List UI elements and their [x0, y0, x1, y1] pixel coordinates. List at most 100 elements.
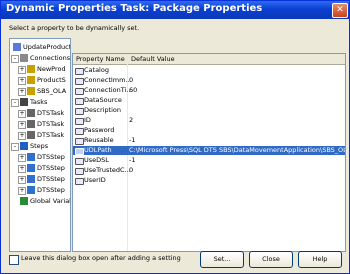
tree-item[interactable]: Global Variab [10, 196, 70, 206]
package-icon [13, 43, 21, 51]
tree-item[interactable]: - Connections [10, 53, 70, 63]
property-name: UserID [84, 176, 106, 184]
tree-item-label: Tasks [30, 98, 48, 106]
property-row[interactable]: ID 2 [73, 116, 345, 125]
tree-item-label: Steps [30, 142, 49, 150]
tree-item[interactable]: + DTSStep [10, 185, 70, 195]
expand-icon[interactable]: + [18, 66, 26, 74]
tree-item-label: DTSTask [37, 109, 65, 117]
grid-header: Property Name Default Value [73, 54, 345, 65]
expand-icon[interactable]: + [18, 187, 26, 195]
window-title: Dynamic Properties Task: Package Propert… [6, 3, 263, 14]
tree-item[interactable]: UpdateProductDi [10, 42, 70, 52]
tree-item[interactable]: + DTSTask [10, 108, 70, 118]
close-window-icon[interactable]: ✕ [332, 3, 348, 18]
expand-icon[interactable]: + [18, 121, 26, 129]
property-row[interactable]: ConnectionTi... 60 [73, 86, 345, 95]
property-value: C:\Microsoft Press\SQL DTS SBS\DataMovem… [129, 146, 346, 154]
property-name: UseDSL [84, 156, 109, 164]
expand-icon[interactable]: + [18, 132, 26, 140]
tree-item[interactable]: - Steps [10, 141, 70, 151]
tree-item-label: SBS_OLA [37, 87, 67, 95]
property-name: Catalog [84, 66, 109, 74]
tree-item[interactable]: - Tasks [10, 97, 70, 107]
property-name: ID [84, 116, 91, 124]
property-icon [75, 168, 84, 175]
task-icon [27, 109, 35, 117]
tree-item[interactable]: + DTSTask [10, 119, 70, 129]
property-icon [75, 68, 84, 75]
property-icon [75, 118, 84, 125]
property-grid[interactable]: Property Name Default Value Catalog Conne… [72, 53, 346, 252]
property-icon [75, 108, 84, 115]
task-icon [27, 131, 35, 139]
property-row[interactable]: DataSource [73, 96, 345, 105]
object-tree[interactable]: UpdateProductDi-Connections+NewProd+Prod… [9, 38, 71, 252]
tree-item-label: DTSStep [37, 175, 65, 183]
tree-item[interactable]: + DTSTask [10, 130, 70, 140]
collapse-icon[interactable]: - [11, 99, 19, 107]
set-button[interactable]: Set... [200, 251, 244, 268]
tasks-icon [20, 98, 28, 106]
property-row[interactable]: ConnectImm... 0 [73, 76, 345, 85]
leave-open-checkbox[interactable] [9, 255, 19, 265]
expand-icon[interactable]: + [18, 154, 26, 162]
tree-item-label: DTSStep [37, 186, 65, 194]
steps-icon [20, 142, 28, 150]
property-name: ConnectionTi... [84, 86, 133, 94]
close-button[interactable]: Close [249, 251, 293, 268]
connection-icon [27, 76, 35, 84]
tree-item-label: NewProd [37, 65, 66, 73]
property-value: 60 [129, 86, 138, 94]
property-row[interactable]: Reusable -1 [73, 136, 345, 145]
property-row[interactable]: UseTrustedC... 0 [73, 166, 345, 175]
column-header-property-name[interactable]: Property Name [76, 54, 125, 64]
column-header-default-value[interactable]: Default Value [131, 54, 175, 64]
tree-item[interactable]: + DTSStep [10, 163, 70, 173]
tree-item[interactable]: + NewProd [10, 64, 70, 74]
property-icon [75, 138, 84, 145]
expand-icon[interactable]: + [18, 176, 26, 184]
tree-item-label: DTSTask [37, 120, 65, 128]
expand-icon[interactable]: + [18, 165, 26, 173]
step-icon [27, 186, 35, 194]
property-row[interactable]: UserID [73, 176, 345, 185]
collapse-icon[interactable]: - [11, 143, 19, 151]
property-icon [75, 128, 84, 135]
property-value: 2 [129, 116, 134, 124]
tree-item[interactable]: + ProductS [10, 75, 70, 85]
tree-item-label: ProductS [37, 76, 66, 84]
tree-item[interactable]: + DTSStep [10, 174, 70, 184]
tree-item-label: DTSStep [37, 164, 65, 172]
property-value: 0 [129, 166, 134, 174]
step-icon [27, 153, 35, 161]
step-icon [27, 175, 35, 183]
property-name: DataSource [84, 96, 122, 104]
expand-icon[interactable]: + [18, 88, 26, 96]
property-row[interactable]: UDLPath C:\Microsoft Press\SQL DTS SBS\Da… [73, 146, 345, 155]
property-row[interactable]: Catalog [73, 66, 345, 75]
connection-icon [27, 87, 35, 95]
title-bar[interactable]: Dynamic Properties Task: Package Propert… [1, 1, 349, 19]
property-value: -1 [129, 156, 136, 164]
property-icon [75, 78, 84, 85]
property-name: ConnectImm... [84, 76, 132, 84]
expand-icon[interactable]: + [18, 110, 26, 118]
property-icon [75, 158, 84, 165]
task-icon [27, 120, 35, 128]
help-button[interactable]: Help [298, 251, 342, 268]
property-icon [75, 178, 84, 185]
collapse-icon[interactable]: - [11, 55, 19, 63]
property-value: -1 [129, 136, 136, 144]
tree-item-label: UpdateProductDi [23, 43, 71, 51]
property-row[interactable]: UseDSL -1 [73, 156, 345, 165]
expand-icon[interactable]: + [18, 77, 26, 85]
connections-icon [20, 54, 28, 62]
property-row[interactable]: Password [73, 126, 345, 135]
tree-item[interactable]: + DTSStep [10, 152, 70, 162]
tree-item-label: Connections [30, 54, 71, 62]
property-icon [75, 88, 84, 95]
step-icon [27, 164, 35, 172]
property-row[interactable]: Description [73, 106, 345, 115]
tree-item[interactable]: + SBS_OLA [10, 86, 70, 96]
